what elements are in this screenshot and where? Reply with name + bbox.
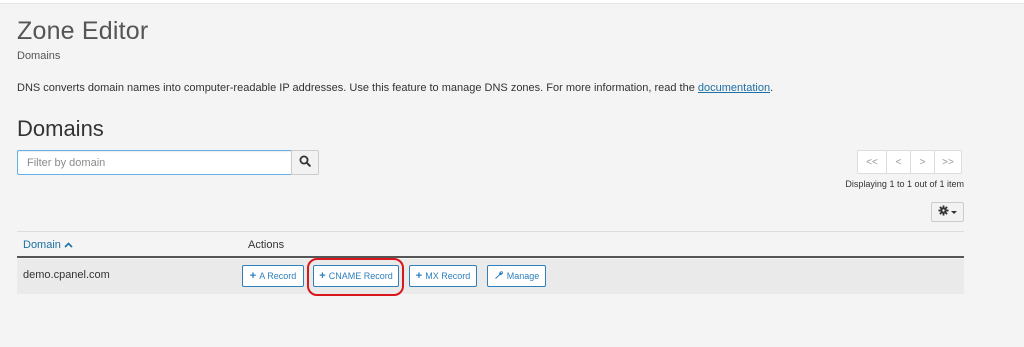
plus-icon: + — [249, 269, 257, 282]
breadcrumb: Domains — [17, 50, 61, 62]
next-page-button[interactable]: > — [910, 150, 935, 174]
add-a-record-label: A Record — [259, 271, 297, 281]
table-row: demo.cpanel.com + A Record + CNAME Recor… — [17, 259, 964, 294]
intro-text-end: . — [770, 82, 774, 94]
manage-button[interactable]: Manage — [487, 265, 546, 287]
column-header-actions: Actions — [248, 239, 285, 251]
table-header: Domain Actions — [17, 231, 964, 258]
documentation-link[interactable]: documentation — [698, 82, 770, 94]
search-input[interactable] — [17, 150, 291, 175]
section-title: Domains — [17, 116, 104, 141]
intro-text: DNS converts domain names into computer-… — [17, 82, 773, 94]
column-header-domain[interactable]: Domain — [23, 239, 73, 251]
add-mx-record-label: MX Record — [425, 271, 471, 281]
settings-dropdown-button[interactable] — [931, 202, 964, 222]
gear-icon — [938, 203, 949, 221]
highlight-annotation — [307, 258, 404, 296]
manage-label: Manage — [506, 271, 540, 281]
plus-icon: + — [415, 269, 423, 282]
intro-text-body: DNS converts domain names into computer-… — [17, 82, 698, 94]
wrench-icon — [494, 270, 504, 282]
sort-ascending-icon — [64, 239, 73, 251]
add-mx-record-button[interactable]: + MX Record — [409, 265, 477, 287]
pagination-status: Displaying 1 to 1 out of 1 item — [845, 179, 964, 189]
first-page-button[interactable]: << — [857, 150, 887, 174]
pagination: << < > >> — [857, 150, 962, 174]
domain-cell: demo.cpanel.com — [23, 269, 110, 281]
column-header-domain-label: Domain — [23, 239, 61, 251]
add-a-record-button[interactable]: + A Record — [242, 265, 304, 287]
last-page-button[interactable]: >> — [934, 150, 962, 174]
search-icon — [299, 154, 311, 172]
page-title: Zone Editor — [17, 17, 149, 45]
prev-page-button[interactable]: < — [886, 150, 911, 174]
chevron-down-icon — [951, 210, 957, 214]
top-bar — [0, 0, 1024, 4]
search-group — [17, 150, 319, 175]
search-button[interactable] — [291, 150, 319, 175]
